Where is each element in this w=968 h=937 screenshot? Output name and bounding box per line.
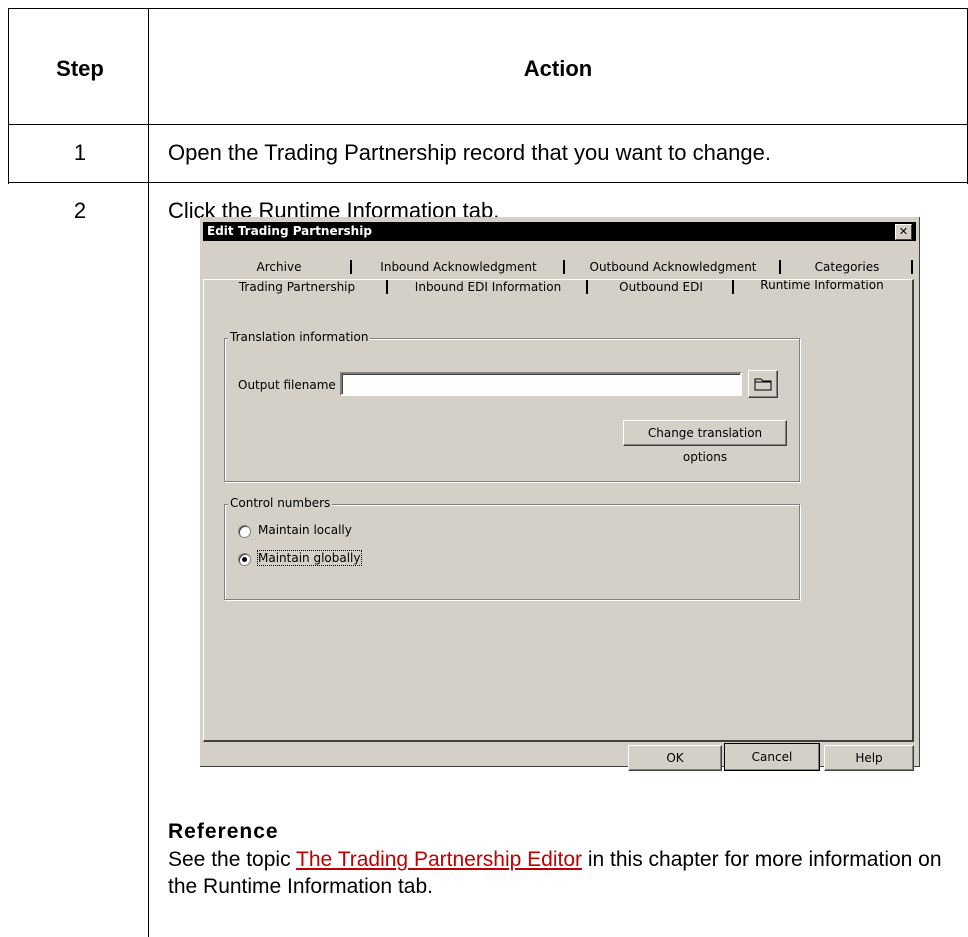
close-icon: ✕ [898,225,909,238]
change-translation-options-button[interactable]: Change translation options [623,420,787,464]
table-row-divider [8,182,968,183]
close-button[interactable]: ✕ [895,224,912,240]
maintain-locally-radio[interactable] [238,525,251,538]
tab-inbound-acknowledgment[interactable]: Inbound Acknowledgment [352,258,565,276]
dialog-titlebar[interactable]: Edit Trading Partnership ✕ [203,222,916,241]
maintain-globally-radio[interactable] [238,553,251,566]
output-filename-input[interactable] [340,372,742,396]
browse-folder-button[interactable] [748,370,778,398]
cancel-button[interactable]: Cancel [724,743,820,771]
table-top-border [8,8,968,9]
control-numbers-label: Control numbers [228,496,333,510]
folder-icon [754,378,772,391]
header-action: Action [523,56,593,81]
output-filename-label: Output filename [238,378,336,392]
table-left-border [8,8,9,184]
table-header-divider [8,124,968,125]
header-step: Step [56,56,104,81]
step-action: Open the Trading Partnership record that… [168,140,771,165]
dialog-title: Edit Trading Partnership [207,224,372,238]
ok-button[interactable]: OK [628,745,722,771]
step-number: 2 [73,198,87,223]
help-button[interactable]: Help [824,745,914,771]
tab-panel-runtime-information: Translation information Output filename … [203,279,914,742]
reference-text: See the topic The Trading Partnership Ed… [168,848,942,898]
step-number: 1 [73,140,87,165]
maintain-globally-label[interactable]: Maintain globally [257,550,362,566]
maintain-locally-label[interactable]: Maintain locally [258,523,352,537]
table-column-divider [148,8,149,937]
edit-trading-partnership-dialog: Edit Trading Partnership ✕ Archive Inbou… [200,217,920,771]
tab-archive[interactable]: Archive [206,258,352,276]
reference-heading: Reference [168,820,279,843]
trading-partnership-editor-link[interactable]: The Trading Partnership Editor [296,848,582,871]
translation-information-label: Translation information [228,330,371,344]
